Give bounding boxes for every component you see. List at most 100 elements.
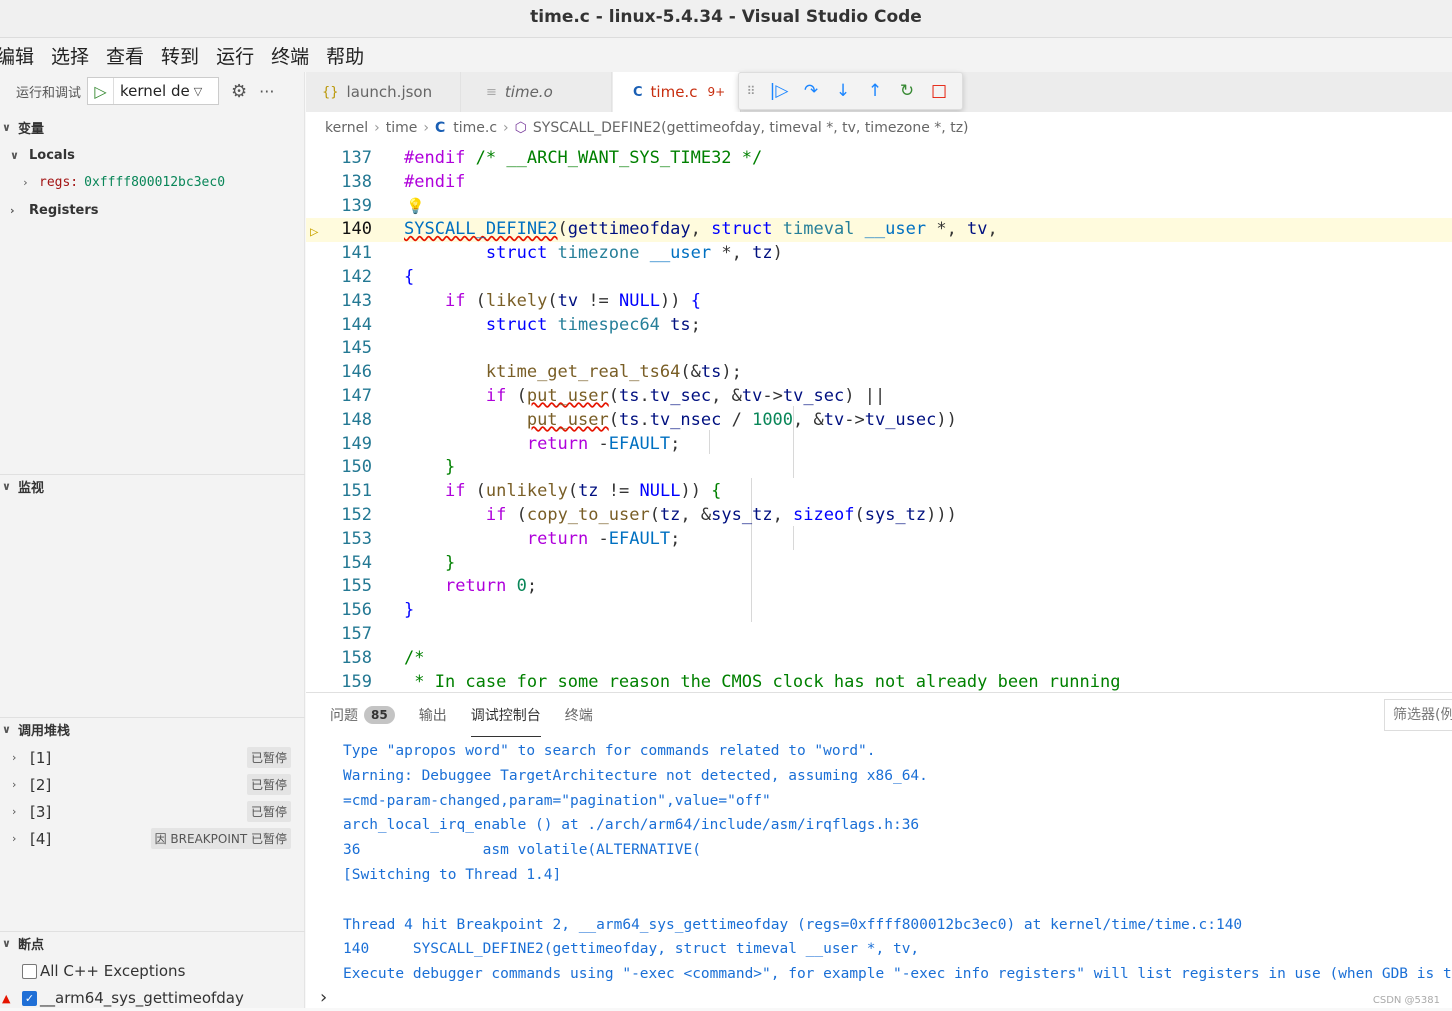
launch-config-select[interactable]: ▷ kernel de ▽ xyxy=(87,77,220,105)
chevron-right-icon: › xyxy=(423,120,429,136)
code-editor[interactable]: 137 #endif /* __ARCH_WANT_SYS_TIME32 */ 1… xyxy=(306,144,1452,692)
watch-title: 监视 xyxy=(18,481,45,496)
chevron-right-icon: › xyxy=(374,120,380,136)
code-line: 152 if (copy_to_user(tz, &sys_tz, sizeof… xyxy=(306,504,1452,528)
chevron-down-icon: ∨ xyxy=(2,120,11,134)
json-icon: {} xyxy=(322,84,339,100)
callstack-thread[interactable]: › [4] 因 BREAKPOINT 已暂停 xyxy=(0,825,305,852)
menu-help[interactable]: 帮助 xyxy=(326,42,364,69)
chevron-right-icon: › xyxy=(503,120,509,136)
restart-icon[interactable]: ↻ xyxy=(891,81,923,101)
console-input-prompt[interactable]: › xyxy=(320,987,327,1008)
run-and-debug-label: 运行和调试 xyxy=(16,85,82,101)
debug-console-output: Type "apropos word" to search for comman… xyxy=(306,739,1452,985)
stop-icon[interactable]: □ xyxy=(923,81,955,101)
problem-count-badge: 9+ xyxy=(707,85,726,99)
tab-time-o[interactable]: ≡ time.o xyxy=(462,72,612,112)
breadcrumb-item[interactable]: kernel xyxy=(325,120,368,136)
variables-section-header[interactable]: ∨ 变量 xyxy=(0,115,305,139)
step-into-icon[interactable]: ↓ xyxy=(827,81,859,101)
symbol-method-icon: ⬡ xyxy=(514,120,527,136)
breadcrumb-item[interactable]: time.c xyxy=(453,120,497,136)
breakpoint-item[interactable]: All C++ Exceptions xyxy=(0,958,305,984)
locals-label: Locals xyxy=(29,147,75,163)
gear-icon[interactable]: ⚙ xyxy=(231,81,247,102)
tab-label: time.o xyxy=(504,83,553,101)
tab-output[interactable]: 输出 xyxy=(419,693,447,737)
tab-terminal[interactable]: 终端 xyxy=(565,693,593,737)
callstack-section-header[interactable]: ∨ 调用堆栈 xyxy=(0,717,305,741)
registers-scope[interactable]: › Registers xyxy=(0,197,305,223)
tab-problems[interactable]: 问题 85 xyxy=(330,693,395,737)
debug-toolbar: ⠿ |▷ ↷ ↓ ↑ ↻ □ xyxy=(738,72,963,110)
thread-label: [2] xyxy=(30,775,52,794)
line-number: 142 xyxy=(341,267,372,287)
code-line: 153 return -EFAULT; xyxy=(306,528,1452,552)
step-over-icon[interactable]: ↷ xyxy=(795,81,827,101)
line-number: 158 xyxy=(341,647,372,668)
code-line: 145 xyxy=(306,337,1452,361)
chevron-right-icon: › xyxy=(12,832,17,845)
breakpoint-label: All C++ Exceptions xyxy=(40,962,186,980)
status-badge: 已暂停 xyxy=(246,774,291,795)
line-number: 149 xyxy=(341,433,372,454)
breakpoint-checkbox[interactable]: ✓ xyxy=(22,990,37,1006)
drag-handle-icon[interactable]: ⠿ xyxy=(739,84,763,98)
launch-config-name: kernel de xyxy=(120,82,190,100)
variable-value: 0xffff800012bc3ec0 xyxy=(84,174,226,190)
step-out-icon[interactable]: ↑ xyxy=(859,81,891,101)
line-number: 143 xyxy=(341,290,372,311)
variable-regs[interactable]: › regs: 0xffff800012bc3ec0 xyxy=(0,169,305,195)
thread-label: [3] xyxy=(30,802,52,821)
continue-icon[interactable]: |▷ xyxy=(763,81,795,101)
breadcrumb-item[interactable]: SYSCALL_DEFINE2(gettimeofday, timeval *,… xyxy=(533,120,969,136)
menu-go[interactable]: 转到 xyxy=(161,42,199,69)
line-number: 151 xyxy=(341,481,372,502)
menu-selection[interactable]: 选择 xyxy=(51,42,89,69)
watermark: CSDN @5381 xyxy=(1372,995,1440,1006)
console-line: Type "apropos word" to search for comman… xyxy=(343,743,876,759)
line-number: 150 xyxy=(341,457,372,478)
watch-section-header[interactable]: ∨ 监视 xyxy=(0,474,305,498)
tab-label: 调试控制台 xyxy=(470,707,541,724)
callstack-thread[interactable]: › [2] 已暂停 xyxy=(0,771,305,798)
menu-terminal[interactable]: 终端 xyxy=(271,42,309,69)
status-badge: 因 BREAKPOINT 已暂停 xyxy=(150,828,291,849)
code-line: 138 #endif xyxy=(306,171,1452,195)
chevron-right-icon: › xyxy=(12,751,17,764)
menu-edit[interactable]: 编辑 xyxy=(0,42,34,69)
callstack-thread[interactable]: › [1] 已暂停 xyxy=(0,744,305,771)
console-line: Warning: Debuggee TargetArchitecture not… xyxy=(343,767,928,784)
breakpoint-label: __arm64_sys_gettimeofday xyxy=(40,989,244,1007)
problem-count-badge: 85 xyxy=(364,706,395,724)
menu-bar: 编辑 选择 查看 转到 运行 终端 帮助 xyxy=(0,38,1452,72)
breakpoints-section-header[interactable]: ∨ 断点 xyxy=(0,931,305,955)
more-actions-icon[interactable]: ··· xyxy=(259,82,274,101)
tab-label: launch.json xyxy=(346,83,433,101)
chevron-down-icon: ∨ xyxy=(2,937,11,950)
line-number: 146 xyxy=(341,362,372,383)
locals-scope[interactable]: ∨ Locals xyxy=(0,142,305,168)
variable-name: regs: xyxy=(39,174,79,190)
line-number: 154 xyxy=(341,552,372,573)
tab-debug-console[interactable]: 调试控制台 xyxy=(470,693,541,737)
line-number: 155 xyxy=(341,576,372,597)
callstack-thread[interactable]: › [3] 已暂停 xyxy=(0,798,305,825)
lightbulb-icon[interactable]: 💡 xyxy=(406,195,425,219)
breadcrumb-item[interactable]: time xyxy=(386,120,418,136)
breakpoint-checkbox[interactable] xyxy=(22,963,37,979)
chevron-down-icon[interactable]: ▽ xyxy=(194,85,202,98)
line-number: 148 xyxy=(341,409,372,430)
menu-run[interactable]: 运行 xyxy=(216,42,254,69)
console-line: Execute debugger commands using "-exec <… xyxy=(343,966,1452,983)
menu-view[interactable]: 查看 xyxy=(106,42,144,69)
breakpoint-item[interactable]: ▲ ✓ __arm64_sys_gettimeofday xyxy=(0,985,305,1011)
tab-launch-json[interactable]: {} launch.json xyxy=(306,72,461,112)
console-filter-input[interactable]: 筛选器(例 xyxy=(1384,699,1452,731)
line-number: 159 xyxy=(341,671,372,692)
start-debugging-icon[interactable]: ▷ xyxy=(88,78,115,104)
tab-time-c[interactable]: C time.c 9+ xyxy=(613,72,741,112)
code-line: 147 if (put_user(ts.tv_sec, &tv->tv_sec)… xyxy=(306,385,1452,409)
code-line: 144 struct timespec64 ts; xyxy=(306,314,1452,338)
line-number: 138 xyxy=(341,171,372,192)
